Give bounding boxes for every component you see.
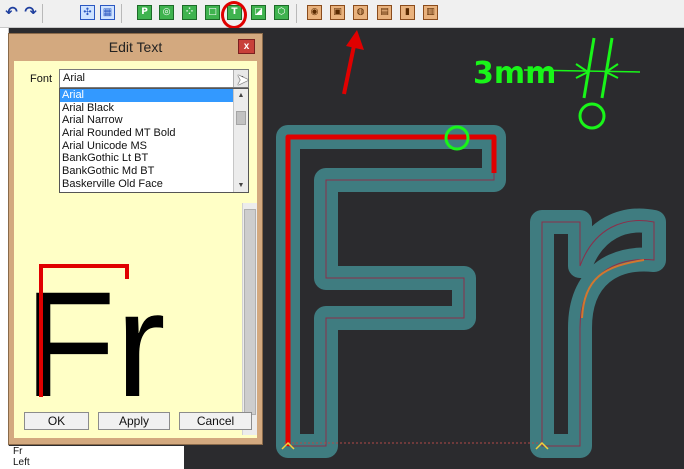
list-item[interactable]: Arial Narrow: [60, 114, 248, 127]
target-icon[interactable]: ◉: [307, 5, 322, 20]
tool-circle: [578, 102, 606, 130]
undo-icon[interactable]: ↶: [4, 5, 19, 20]
p-tool-icon[interactable]: P: [137, 5, 152, 20]
ok-button[interactable]: OK: [24, 412, 89, 430]
list-item[interactable]: BankGothic Lt BT: [60, 152, 248, 165]
scroll-thumb[interactable]: [244, 209, 256, 415]
circle-tool-icon[interactable]: ◎: [159, 5, 174, 20]
toolbar-separator: [121, 4, 122, 23]
font-select[interactable]: Arial ▼: [59, 69, 249, 88]
dialog-body: Font Arial ▼ Arial Arial Black Arial Nar…: [14, 61, 257, 438]
material-icon[interactable]: ▤: [377, 5, 392, 20]
camera-icon[interactable]: ◍: [353, 5, 368, 20]
list-item[interactable]: BankGothic Md BT: [60, 165, 248, 178]
preview-scrollbar[interactable]: ▼: [242, 203, 257, 435]
snap-icon[interactable]: ✣: [80, 5, 95, 20]
toolbar-separator: [42, 4, 43, 23]
grid-icon[interactable]: ▦: [100, 5, 115, 20]
letter-f-outline: [276, 125, 506, 458]
scroll-thumb[interactable]: [236, 111, 246, 125]
annotation-text: 3mm: [473, 56, 557, 91]
letter-r-outline: [530, 208, 666, 458]
apply-button[interactable]: Apply: [98, 412, 170, 430]
toolbar-separator: [296, 4, 297, 23]
font-select-value: Arial: [63, 72, 86, 84]
box-tool-icon[interactable]: ⬡: [274, 5, 289, 20]
object-list: Fr Left: [8, 446, 184, 469]
shape-tool-icon[interactable]: ◪: [251, 5, 266, 20]
red-arrow-head: [346, 30, 364, 50]
list-item[interactable]: Fr: [8, 446, 184, 457]
list-item[interactable]: Arial: [60, 89, 248, 102]
list-item[interactable]: Left: [8, 457, 184, 468]
preview-text: Fr: [24, 260, 166, 401]
dropdown-scrollbar[interactable]: ▲ ▼: [233, 89, 248, 192]
toolbar: ↶ ↷ ✣ ▦ P ◎ ⁘ □ T ◪ ⬡ ◉ ▣ ◍ ▤ ▮ ▥: [0, 0, 684, 29]
gallery-icon[interactable]: ▥: [423, 5, 438, 20]
mouse-cursor-icon: ➤: [236, 72, 250, 89]
list-item[interactable]: Arial Black: [60, 102, 248, 115]
redo-icon[interactable]: ↷: [23, 5, 38, 20]
bottle-icon[interactable]: ▮: [400, 5, 415, 20]
cancel-button[interactable]: Cancel: [179, 412, 252, 430]
highlight-circle: [221, 1, 247, 29]
dots-tool-icon[interactable]: ⁘: [182, 5, 197, 20]
dimension-line: [582, 37, 596, 99]
list-item[interactable]: Baskerville Old Face: [60, 178, 248, 191]
dialog-title: Edit Text: [108, 39, 163, 55]
close-button[interactable]: x: [238, 39, 255, 54]
layers-icon[interactable]: ▣: [330, 5, 345, 20]
list-item[interactable]: Arial Rounded MT Bold: [60, 127, 248, 140]
font-dropdown-list[interactable]: Arial Arial Black Arial Narrow Arial Rou…: [59, 88, 249, 193]
edit-text-dialog: Edit Text x Font Arial ▼ Arial Arial Bla…: [8, 33, 263, 445]
font-label: Font: [30, 73, 53, 85]
list-item[interactable]: Arial Unicode MS: [60, 140, 248, 153]
scroll-down-icon[interactable]: ▼: [234, 179, 248, 192]
text-preview: Fr: [24, 260, 166, 401]
scroll-up-icon[interactable]: ▲: [234, 89, 248, 102]
square-tool-icon[interactable]: □: [205, 5, 220, 20]
